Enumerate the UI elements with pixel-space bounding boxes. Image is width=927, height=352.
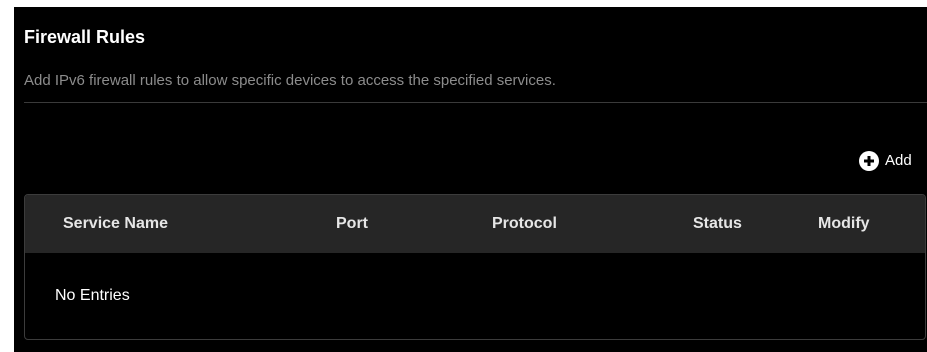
column-header-status: Status (693, 215, 742, 232)
empty-table-message: No Entries (55, 287, 130, 304)
plus-circle-icon (859, 151, 879, 171)
column-header-port: Port (336, 215, 368, 232)
table-header: Service Name Port Protocol Status Modify (25, 195, 925, 253)
column-header-modify: Modify (818, 215, 870, 232)
section-divider (24, 102, 927, 103)
section-description: Add IPv6 firewall rules to allow specifi… (24, 72, 556, 89)
add-rule-label: Add (885, 152, 912, 169)
firewall-rules-panel: Firewall Rules Add IPv6 firewall rules t… (14, 7, 927, 352)
section-title: Firewall Rules (24, 27, 146, 47)
add-rule-button[interactable]: Add (859, 150, 912, 172)
column-header-protocol: Protocol (492, 215, 557, 232)
firewall-rules-table: Service Name Port Protocol Status Modify… (24, 194, 926, 340)
column-header-service-name: Service Name (63, 215, 168, 232)
